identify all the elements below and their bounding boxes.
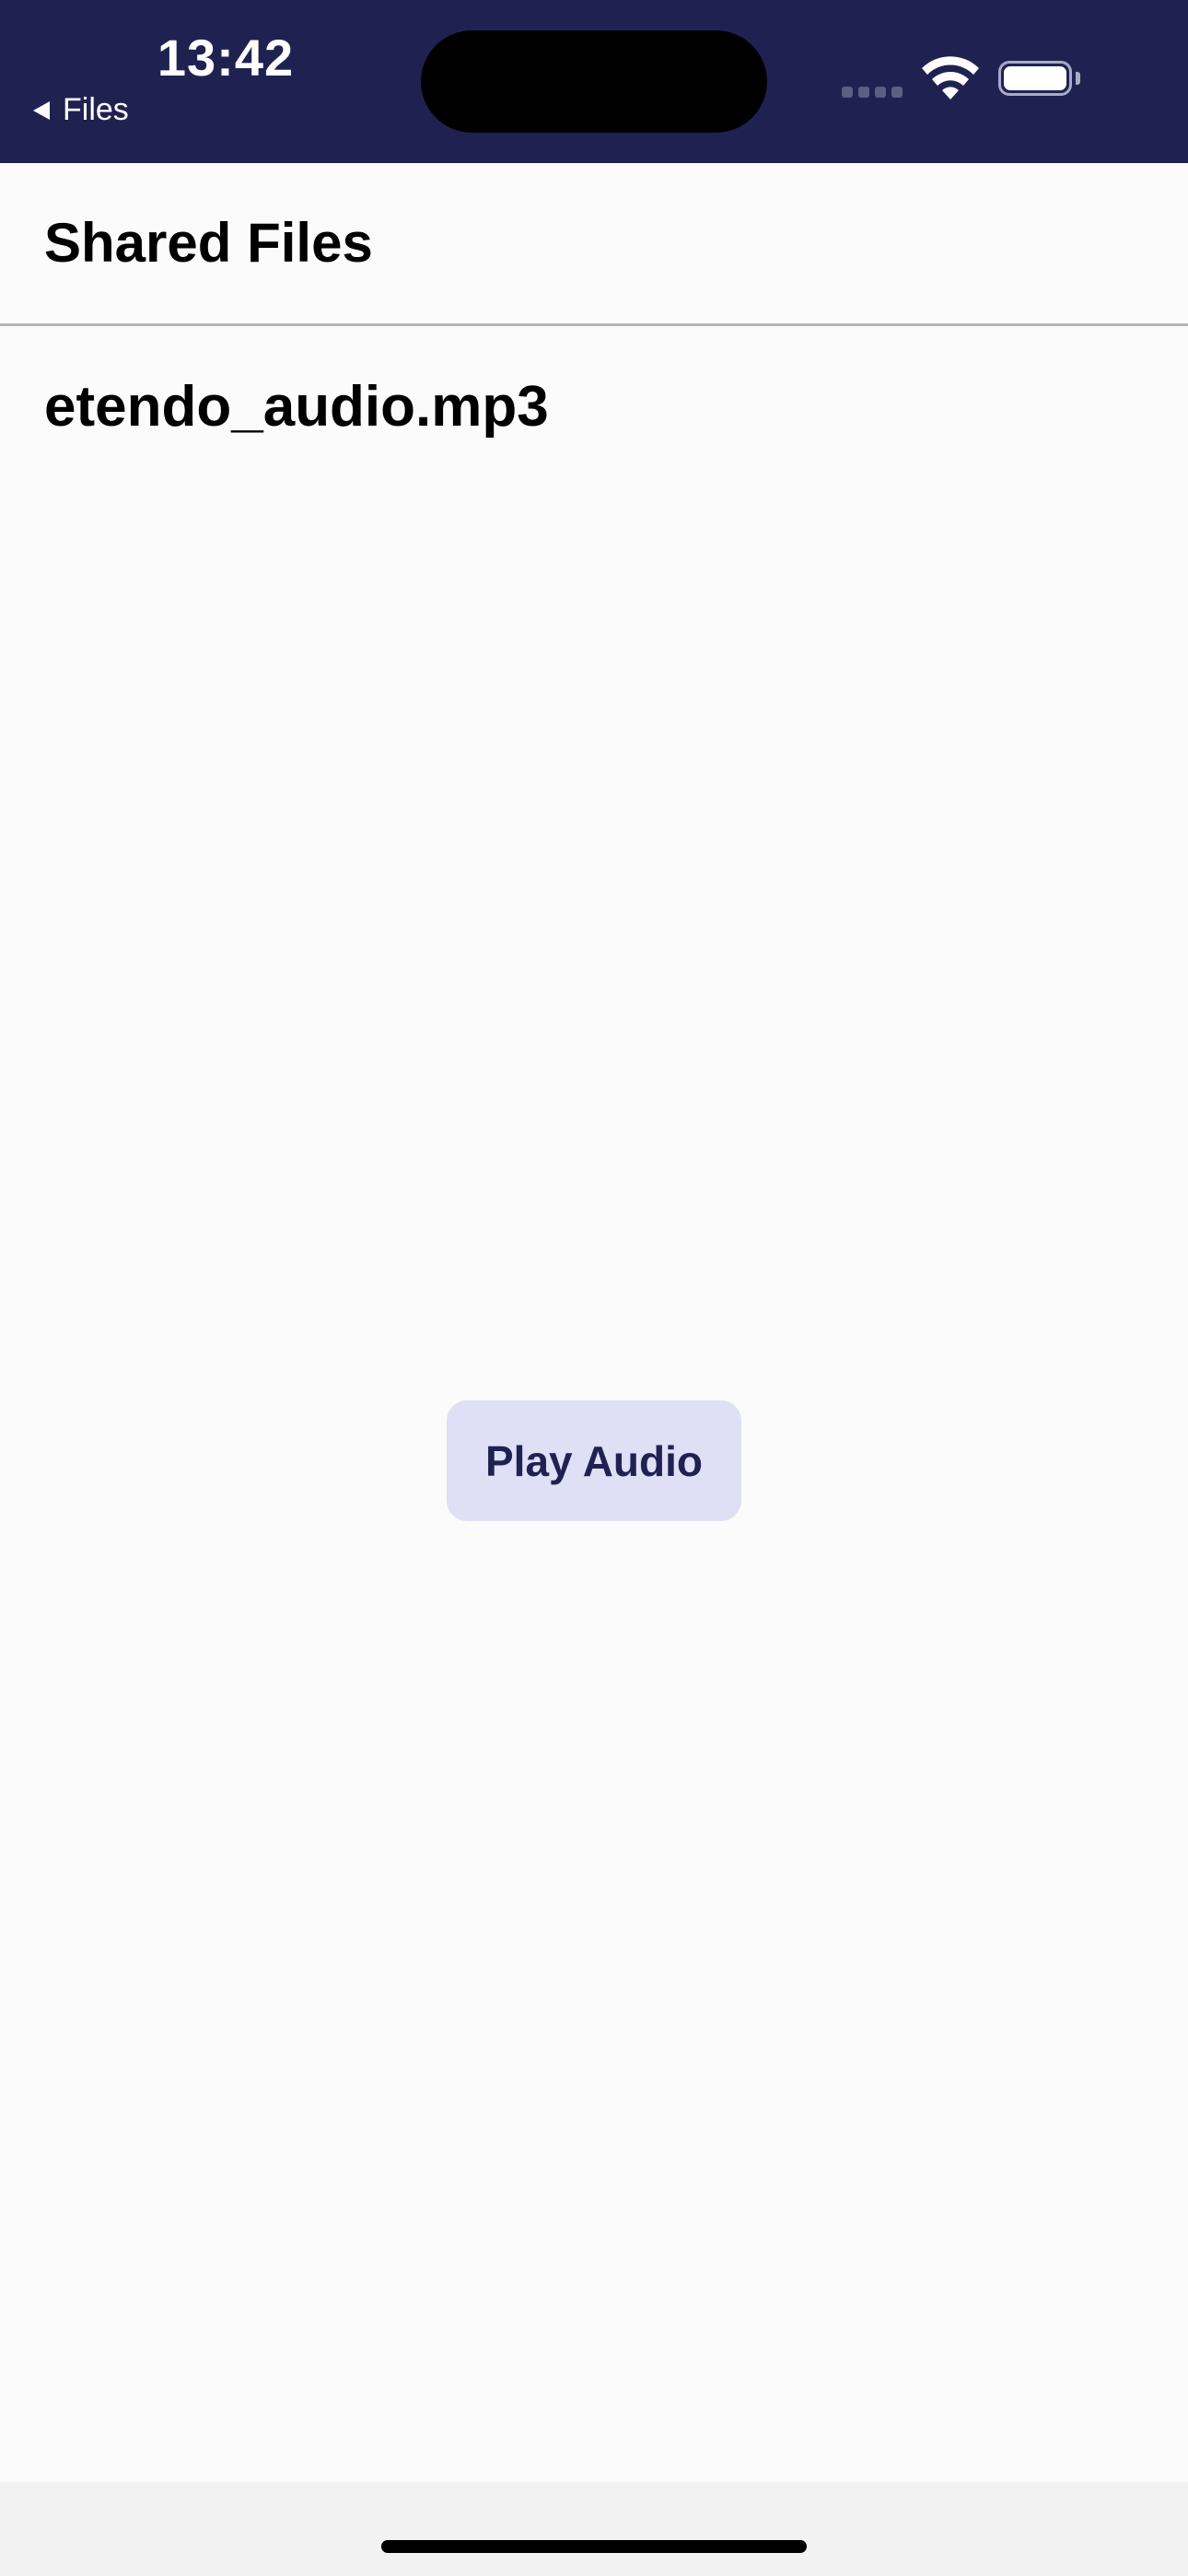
battery-icon <box>998 61 1072 96</box>
back-arrow-icon <box>33 100 50 120</box>
battery-cap <box>1076 72 1080 85</box>
back-to-files-link[interactable]: Files <box>33 92 129 128</box>
wifi-icon <box>922 56 979 100</box>
play-audio-button[interactable]: Play Audio <box>447 1400 741 1521</box>
bottom-safe-area <box>0 2482 1188 2576</box>
shared-file-name: etendo_audio.mp3 <box>44 375 549 439</box>
status-bar: 13:42 Files <box>0 0 1188 163</box>
status-time: 13:42 <box>157 29 295 87</box>
page-title: Shared Files <box>44 212 373 274</box>
dynamic-island <box>421 30 767 133</box>
navigation-header: Shared Files <box>0 163 1188 326</box>
cellular-signal-icon <box>842 87 903 98</box>
home-indicator[interactable] <box>381 2540 807 2553</box>
back-link-label: Files <box>63 92 129 127</box>
